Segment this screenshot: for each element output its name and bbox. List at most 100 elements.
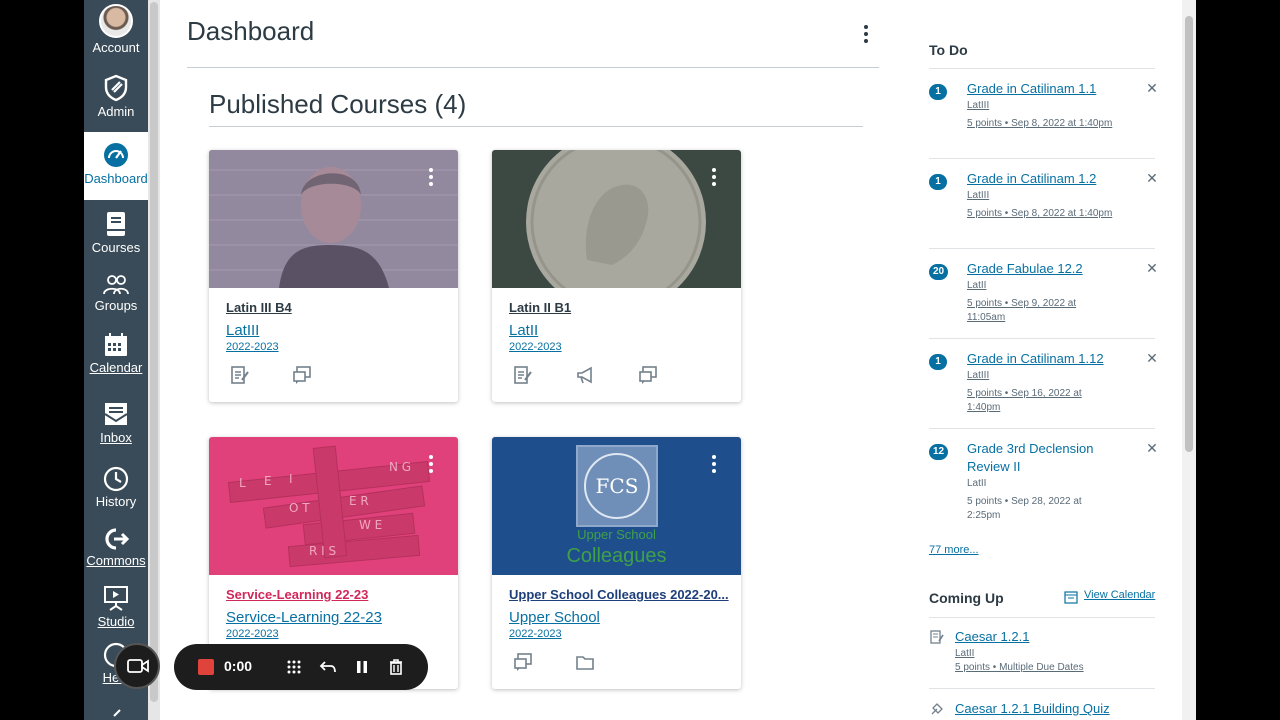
course-card[interactable]: Latin II B1 LatII 2022-2023 [492,150,741,402]
todo-item-course[interactable]: LatII [967,280,986,291]
dismiss-todo-button[interactable]: ✕ [1146,350,1158,367]
todo-item: 1 Grade in Catilinam 1.2 LatIII 5 points… [929,170,1158,240]
discussions-icon[interactable] [512,651,534,673]
todo-item-link[interactable]: Grade in Catilinam 1.1 [967,80,1117,98]
todo-item-link[interactable]: Grade in Catilinam 1.12 [967,350,1117,368]
nav-item-label: Inbox [100,430,132,445]
course-card-title[interactable]: Service-Learning 22-23 [226,587,446,602]
nav-item-account[interactable]: Account [84,4,148,62]
card-options-button[interactable] [426,168,436,192]
course-card-image[interactable]: L E I N G O T E R W E R I S [209,437,458,575]
todo-item-course[interactable]: LatII [967,478,986,489]
card-options-button[interactable] [709,168,719,192]
coming-up-item-link[interactable]: Caesar 1.2.1 [955,629,1029,644]
nav-scrollbar-thumb[interactable] [150,2,158,702]
pause-icon[interactable] [351,656,373,678]
coming-up-item: Caesar 1.2.1 Building Quiz [929,701,1155,720]
course-card-code[interactable]: LatII [509,322,538,339]
card-options-button[interactable] [709,455,719,479]
course-card-code[interactable]: Service-Learning 22-23 [226,609,382,626]
page-scrollbar-thumb[interactable] [1185,16,1193,452]
todo-item-meta: 5 points • Sep 9, 2022 at 11:05am [967,298,1077,323]
course-card-term: 2022-2023 [509,628,562,640]
commons-icon [105,528,130,550]
nav-item-calendar[interactable]: Calendar [84,332,148,382]
drag-handle-icon[interactable] [283,656,305,678]
nav-item-dashboard[interactable]: Dashboard [84,132,148,200]
hero-title: Colleagues [566,545,667,567]
dismiss-todo-button[interactable]: ✕ [1146,80,1158,97]
course-card-title[interactable]: Latin III B4 [226,300,446,315]
show-more-todo-link[interactable]: 77 more... [929,544,979,556]
nav-item-label: History [95,494,137,509]
course-card[interactable]: Latin III B4 LatIII 2022-2023 [209,150,458,402]
course-card-title[interactable]: Latin II B1 [509,300,729,315]
course-card-image[interactable]: FCS Upper School Colleagues [492,437,741,575]
announcements-icon[interactable] [574,364,596,386]
todo-item-course[interactable]: LatIII [967,100,989,111]
divider [929,338,1155,339]
nav-item-history[interactable]: History [84,466,148,514]
coming-up-item-course[interactable]: LatII [955,648,974,659]
logo-text: FCS [584,453,650,519]
section-title: Published Courses (4) [209,89,467,119]
webcam-toggle-button[interactable] [114,643,160,689]
trash-icon[interactable] [385,656,407,678]
assignments-icon[interactable] [512,364,534,386]
course-card-term: 2022-2023 [509,341,562,353]
nav-item-commons[interactable]: Commons [84,527,148,573]
course-card-title[interactable]: Upper School Colleagues 2022-20... [509,587,729,602]
undo-icon[interactable] [317,656,339,678]
dismiss-todo-button[interactable]: ✕ [1146,260,1158,277]
todo-item-link[interactable]: Grade in Catilinam 1.2 [967,170,1117,188]
todo-item-link[interactable]: Grade 3rd Declension Review II [967,440,1117,476]
course-card-code[interactable]: LatIII [226,322,259,339]
card-options-button[interactable] [426,455,436,479]
svg-text:O T: O T [289,501,310,515]
canvas-window: Account Admin Dashboard Courses Groups C… [84,0,1196,720]
chevron-left-icon [113,709,121,717]
todo-item-meta: 5 points • Sep 16, 2022 at 1:40pm [967,388,1082,413]
course-card-code[interactable]: Upper School [509,609,600,626]
svg-text:N G: N G [389,460,411,474]
groups-icon [103,275,129,295]
view-calendar-link[interactable]: View Calendar [1064,589,1155,601]
coin-image [492,150,741,288]
folder-icon[interactable] [574,651,596,673]
nav-item-label: Account [92,40,140,55]
nav-item-admin[interactable]: Admin [84,74,148,126]
assignments-icon[interactable] [229,364,251,386]
screen-recorder-bar: 0:00 [174,644,428,690]
dashboard-options-button[interactable] [858,22,874,46]
collapse-nav-button[interactable] [104,706,128,720]
history-icon [103,466,129,492]
stop-recording-button[interactable] [198,659,214,675]
todo-item-course[interactable]: LatIII [967,370,989,381]
discussions-icon[interactable] [291,364,313,386]
divider [929,68,1155,69]
global-navigation: Account Admin Dashboard Courses Groups C… [84,0,148,720]
fcs-logo: FCS [576,445,658,527]
needs-grading-badge: 20 [929,264,949,280]
course-card-image[interactable] [209,150,458,288]
todo-item-course[interactable]: LatIII [967,190,989,201]
dismiss-todo-button[interactable]: ✕ [1146,440,1158,457]
assignment-icon [930,630,944,644]
main-content: Dashboard Published Courses (4) Latin II… [160,0,1180,720]
dismiss-todo-button[interactable]: ✕ [1146,170,1158,187]
nav-item-courses[interactable]: Courses [84,210,148,262]
nav-item-groups[interactable]: Groups [84,274,148,314]
discussions-icon[interactable] [637,364,659,386]
video-camera-icon [127,659,149,673]
coming-up-item-link[interactable]: Caesar 1.2.1 Building Quiz [955,701,1110,716]
todo-item-link[interactable]: Grade Fabulae 12.2 [967,260,1117,278]
avatar [99,4,133,38]
todo-item-meta: 5 points • Sep 28, 2022 at 2:25pm [967,496,1082,521]
nav-item-inbox[interactable]: Inbox [84,400,148,452]
courses-icon [107,212,125,236]
svg-text:I: I [289,472,293,486]
course-card-image[interactable] [492,150,741,288]
nav-item-studio[interactable]: Studio [84,584,148,634]
svg-text:L: L [239,476,246,490]
course-card[interactable]: FCS Upper School Colleagues Upper School… [492,437,741,689]
